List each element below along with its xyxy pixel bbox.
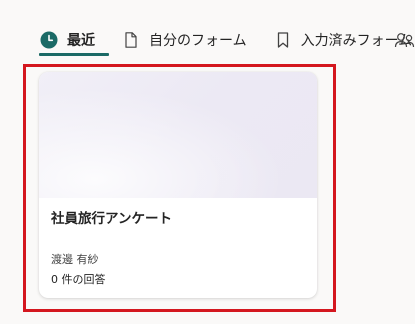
tab-shared-forms[interactable] xyxy=(394,31,415,49)
tab-filled-forms[interactable]: 入力済みフォーム xyxy=(274,26,412,54)
tab-my-forms[interactable]: 自分のフォーム xyxy=(122,26,247,54)
bookmark-icon xyxy=(274,31,292,49)
active-tab-indicator xyxy=(39,53,109,56)
form-tabs: 最近 自分のフォーム 入力済みフォーム xyxy=(39,26,415,58)
tab-recent-label: 最近 xyxy=(67,33,95,49)
tab-recent[interactable]: 最近 xyxy=(39,26,109,56)
form-owner: 渡邊 有紗 xyxy=(51,253,99,266)
response-count: 0 件の回答 xyxy=(51,273,106,286)
document-icon xyxy=(122,31,140,49)
form-thumbnail xyxy=(39,72,317,198)
form-card[interactable]: 社員旅行アンケート 渡邊 有紗 0 件の回答 xyxy=(39,72,317,298)
clock-icon xyxy=(40,31,58,49)
tab-my-forms-label: 自分のフォーム xyxy=(149,33,247,49)
people-icon xyxy=(394,33,415,49)
form-title: 社員旅行アンケート xyxy=(51,211,172,227)
